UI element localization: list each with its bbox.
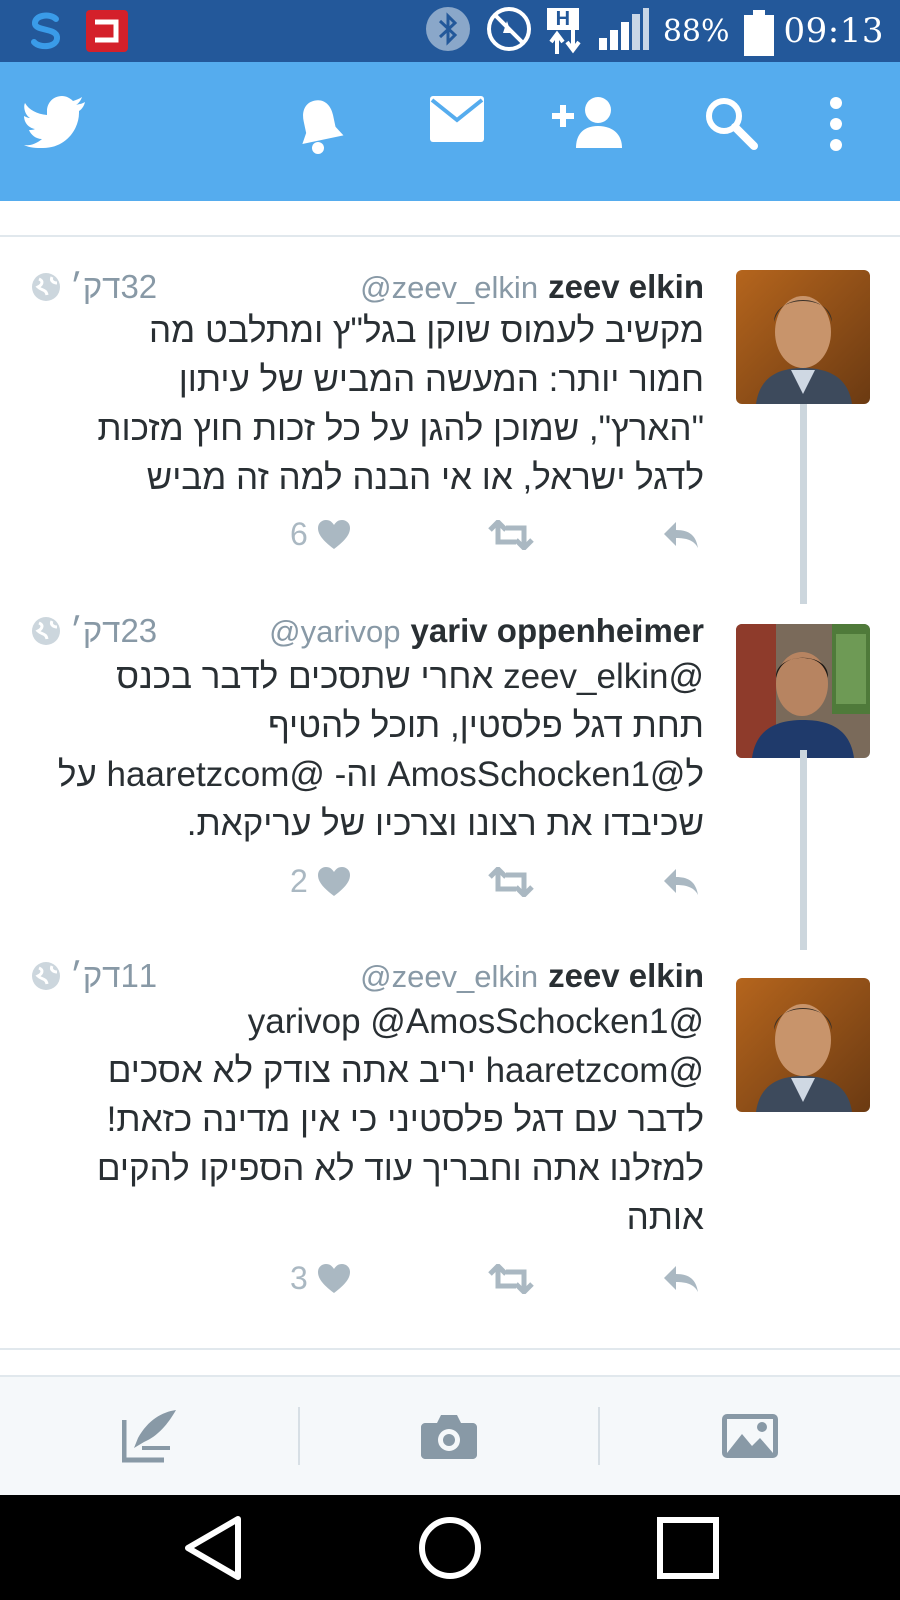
- tweet-text-line: מקשיב לעמוס שוקן בגל"ץ ומתלבט מה: [149, 311, 704, 350]
- retweet-icon: [488, 518, 534, 552]
- reply-button[interactable]: [662, 520, 700, 555]
- recents-icon[interactable]: [651, 1511, 725, 1585]
- tweet-text-line: לדגל ישראל, או אי הבנה למה זה מביש: [146, 458, 704, 497]
- tweet-text: @zeev_elkin אחרי שתסכים לדבר בכנס תחת דג…: [34, 652, 704, 848]
- tweet-card[interactable]: zeev elkin @zeev_elkin 32דק׳ מקשיב לעמוס…: [0, 250, 900, 604]
- like-button[interactable]: 2: [290, 863, 350, 900]
- retweet-button[interactable]: [488, 518, 534, 555]
- tweet-text-line: תחת דגל פלסטין, תוכל להטיף: [267, 706, 704, 745]
- tweet-text-line: למזלנו אתה וחבריך עוד לא הספיקו להקים: [96, 1149, 704, 1188]
- display-name[interactable]: zeev elkin: [548, 957, 704, 995]
- tweet-card[interactable]: yariv oppenheimer @yarivop 23דק׳ @zeev_e…: [0, 597, 900, 950]
- tweet-card[interactable]: zeev elkin @zeev_elkin 11דק׳ @yarivop @A…: [0, 945, 900, 1345]
- like-count: 2: [290, 863, 308, 899]
- retweet-icon: [488, 865, 534, 899]
- tweet-text-line: שכיבדו את רצונו וצרכיו של עריקאת.: [186, 804, 704, 843]
- avatar[interactable]: [736, 624, 870, 758]
- tweet-actions: 3: [290, 1260, 710, 1300]
- tweet-text-line: @zeev_elkin אחרי שתסכים לדבר בכנס: [116, 657, 704, 696]
- tweet-timestamp: 32דק׳: [70, 268, 158, 305]
- tweet-text: מקשיב לעמוס שוקן בגל"ץ ומתלבט מה חמור יו…: [34, 306, 704, 502]
- reply-icon: [664, 869, 698, 895]
- clock: 09:13: [783, 11, 884, 51]
- battery-icon: [743, 10, 774, 56]
- tweet-actions: 2: [290, 863, 710, 903]
- handle[interactable]: @yarivop: [269, 614, 400, 650]
- retweet-button[interactable]: [488, 865, 534, 902]
- reply-button[interactable]: [662, 1264, 700, 1299]
- globe-icon: [32, 617, 60, 645]
- display-name[interactable]: zeev elkin: [548, 268, 704, 306]
- signal-strength-icon: [598, 7, 649, 55]
- compose-separator: [298, 1407, 300, 1465]
- messages-icon[interactable]: [430, 96, 484, 142]
- back-icon[interactable]: [176, 1511, 250, 1585]
- news-app-icon: [86, 10, 128, 52]
- reply-button[interactable]: [662, 867, 700, 902]
- tweet-text-line: "הארץ", שמוכן להגן על כל זכות חוץ מזכות: [97, 409, 704, 448]
- bell-icon[interactable]: [296, 96, 344, 156]
- avatar[interactable]: [736, 978, 870, 1112]
- heart-icon: [317, 519, 350, 549]
- skype-app-icon: [24, 10, 68, 52]
- gallery-icon[interactable]: [710, 1401, 790, 1471]
- like-count: 6: [290, 516, 308, 552]
- reply-icon: [664, 522, 698, 548]
- camera-icon[interactable]: [409, 1401, 489, 1471]
- compose-tweet-icon[interactable]: [110, 1401, 190, 1471]
- compose-bar: [0, 1375, 900, 1495]
- display-name[interactable]: yariv oppenheimer: [411, 612, 704, 650]
- handle[interactable]: @zeev_elkin: [360, 270, 538, 306]
- tweet-timestamp: 11דק׳: [70, 957, 158, 994]
- avatar[interactable]: [736, 270, 870, 404]
- heart-icon: [317, 866, 350, 896]
- network-type-label: H: [546, 8, 579, 30]
- thread-connector: [800, 404, 807, 604]
- tweet-text-line: אותה: [626, 1198, 704, 1237]
- globe-icon: [32, 273, 60, 301]
- battery-percent: 88%: [662, 13, 730, 49]
- home-icon[interactable]: [413, 1511, 487, 1585]
- tweet-text-line: @haaretzcom יריב אתה צודק לא אסכים: [107, 1051, 704, 1090]
- heart-icon: [317, 1263, 350, 1293]
- overflow-menu-icon[interactable]: [828, 96, 844, 152]
- bluetooth-icon: [425, 6, 471, 57]
- system-nav-bar: [0, 1495, 900, 1600]
- like-button[interactable]: 3: [290, 1260, 350, 1297]
- retweet-icon: [488, 1262, 534, 1296]
- tweet-text-line: @yarivop @AmosSchocken1: [247, 1002, 704, 1041]
- tweet-actions: 6: [290, 516, 710, 556]
- tweet-timestamp: 23דק׳: [70, 612, 158, 649]
- timeline-divider: [0, 1348, 900, 1350]
- tweet-text-line: ל@AmosSchocken1 וה- @haaretzcom על: [57, 755, 704, 794]
- retweet-button[interactable]: [488, 1262, 534, 1299]
- thread-connector: [800, 750, 807, 950]
- tweet-text-line: לדבר עם דגל פלסטיני כי אין מדינה כזאת!: [106, 1100, 704, 1139]
- status-bar: H 88% 09:13: [0, 0, 900, 62]
- handle[interactable]: @zeev_elkin: [360, 959, 538, 995]
- reply-icon: [664, 1266, 698, 1292]
- twitter-bird-icon[interactable]: [24, 96, 86, 148]
- previous-tweet-edge: [0, 201, 900, 237]
- like-count: 3: [290, 1260, 308, 1296]
- search-icon[interactable]: [704, 96, 758, 150]
- globe-icon: [32, 962, 60, 990]
- app-top-bar: [0, 62, 900, 201]
- do-not-disturb-icon: [485, 5, 533, 58]
- like-button[interactable]: 6: [290, 516, 350, 553]
- compose-separator: [598, 1407, 600, 1465]
- add-user-icon[interactable]: [552, 96, 626, 148]
- tweet-text: @yarivop @AmosSchocken1 @haaretzcom יריב…: [34, 997, 704, 1242]
- tweet-text-line: חמור יותר: המעשה המביש של עיתון: [178, 360, 704, 399]
- network-type-icon: H: [546, 8, 585, 54]
